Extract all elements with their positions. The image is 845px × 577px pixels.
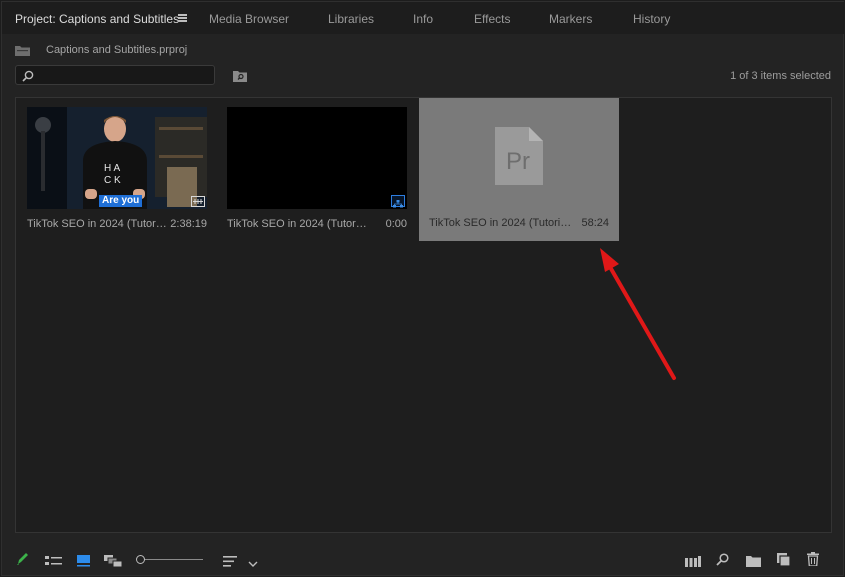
pr-file-icon-text: Pr xyxy=(506,148,530,175)
tab-libraries[interactable]: Libraries xyxy=(328,12,374,26)
clip-duration: 2:38:19 xyxy=(170,218,207,230)
tab-history[interactable]: History xyxy=(633,12,670,26)
find-in-bin-icon[interactable] xyxy=(233,69,247,87)
bin-item[interactable]: H A C K Are you TikTok SEO in 2024 (Tuto… xyxy=(17,98,217,241)
selection-count: 1 of 3 items selected xyxy=(730,70,831,82)
sort-icon[interactable] xyxy=(223,554,237,572)
bottom-toolbar xyxy=(2,546,845,574)
panel-tab-bar: Project: Captions and Subtitles Media Br… xyxy=(2,2,845,34)
find-icon[interactable] xyxy=(716,553,729,571)
search-field[interactable] xyxy=(15,65,215,85)
sequence-badge-icon xyxy=(191,196,205,207)
panel-menu-icon[interactable] xyxy=(178,14,187,22)
clip-name: TikTok SEO in 2024 (Tutorial) xyxy=(227,218,367,230)
clip-thumbnail xyxy=(227,107,407,209)
tab-markers[interactable]: Markers xyxy=(549,12,592,26)
search-icon xyxy=(22,69,34,87)
tab-project[interactable]: Project: Captions and Subtitles xyxy=(15,12,179,26)
tab-info[interactable]: Info xyxy=(413,12,433,26)
bin-item-selected[interactable]: Pr TikTok SEO in 2024 (Tutoria... 58:24 xyxy=(419,98,619,241)
annotation-arrow xyxy=(600,248,676,380)
freeform-view-icon[interactable] xyxy=(104,554,123,572)
zoom-slider-track[interactable] xyxy=(143,559,203,560)
project-path: Captions and Subtitles.prproj xyxy=(15,42,187,58)
bin-grid: H A C K Are you TikTok SEO in 2024 (Tuto… xyxy=(15,97,832,533)
clip-thumbnail: H A C K Are you xyxy=(27,107,207,209)
pencil-icon[interactable] xyxy=(16,552,29,571)
clip-duration: 0:00 xyxy=(385,218,407,230)
clip-name: TikTok SEO in 2024 (Tutoria... xyxy=(429,217,575,229)
list-view-icon[interactable] xyxy=(45,554,62,572)
automate-to-sequence-icon[interactable] xyxy=(685,554,701,572)
search-input[interactable] xyxy=(38,67,208,83)
clip-name: TikTok SEO in 2024 (Tutorial) xyxy=(27,218,167,230)
clip-duration: 58:24 xyxy=(581,217,609,229)
tab-effects[interactable]: Effects xyxy=(474,12,510,26)
project-panel: Project: Captions and Subtitles Media Br… xyxy=(1,1,845,576)
shirt-text-ck: C K xyxy=(104,175,121,186)
icon-view-icon[interactable] xyxy=(77,554,90,572)
project-filename: Captions and Subtitles.prproj xyxy=(46,44,188,56)
new-bin-icon[interactable] xyxy=(746,554,761,572)
nested-sequence-icon xyxy=(391,195,405,208)
chevron-down-icon[interactable] xyxy=(248,555,258,573)
new-item-icon[interactable] xyxy=(777,553,791,571)
zoom-slider-knob[interactable] xyxy=(136,555,145,564)
tab-media-browser[interactable]: Media Browser xyxy=(209,12,289,26)
shirt-text-ha: H A xyxy=(104,163,120,174)
caption-overlay: Are you xyxy=(99,195,143,207)
bin-item[interactable]: TikTok SEO in 2024 (Tutorial) 0:00 xyxy=(217,98,417,241)
trash-icon[interactable] xyxy=(807,552,819,571)
project-folder-icon xyxy=(15,45,30,56)
